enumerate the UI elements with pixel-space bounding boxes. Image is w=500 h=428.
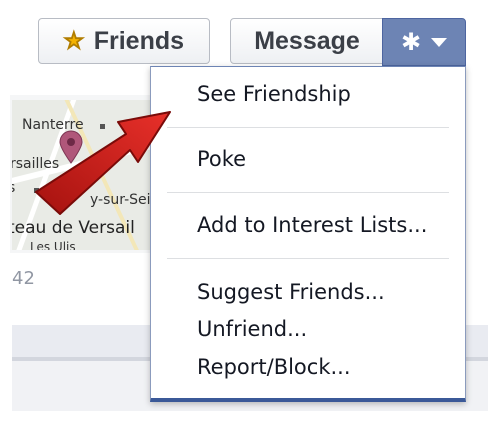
menu-item-poke[interactable]: Poke (197, 147, 455, 171)
menu-separator (167, 192, 449, 193)
message-button[interactable]: Message (230, 18, 384, 64)
menu-separator (167, 258, 449, 259)
friends-button[interactable]: ★ Friends (38, 18, 210, 64)
map-thumbnail[interactable]: Nanterre rsailles s y-sur-Sein teau de V… (12, 100, 164, 250)
menu-item-see-friendship[interactable]: See Friendship (197, 82, 455, 106)
friends-button-label: Friends (93, 26, 185, 55)
map-label-versailles: rsailles (12, 156, 60, 172)
menu-item-report-block[interactable]: Report/Block... (197, 355, 455, 379)
map-pin-icon (59, 130, 83, 164)
menu-item-unfriend[interactable]: Unfriend... (197, 317, 455, 341)
menu-item-add-to-interest-lists[interactable]: Add to Interest Lists... (197, 213, 455, 237)
map-label-les-ulis: Les Ulis (30, 240, 76, 250)
map-count: 42 (12, 268, 35, 289)
map-dot (100, 124, 105, 129)
message-button-label: Message (254, 26, 360, 55)
map-label-chateau: teau de Versail (12, 218, 135, 238)
friend-actions-menu: See Friendship Poke Add to Interest List… (150, 66, 466, 402)
menu-separator (167, 127, 449, 128)
settings-dropdown-button[interactable]: ✱ (382, 18, 466, 66)
map-label-prefix: s (12, 180, 15, 196)
caret-down-icon (431, 37, 448, 47)
star-icon: ★ (63, 28, 84, 54)
map-dot (34, 188, 39, 193)
menu-item-suggest-friends[interactable]: Suggest Friends... (197, 280, 455, 304)
gear-icon: ✱ (400, 28, 422, 56)
